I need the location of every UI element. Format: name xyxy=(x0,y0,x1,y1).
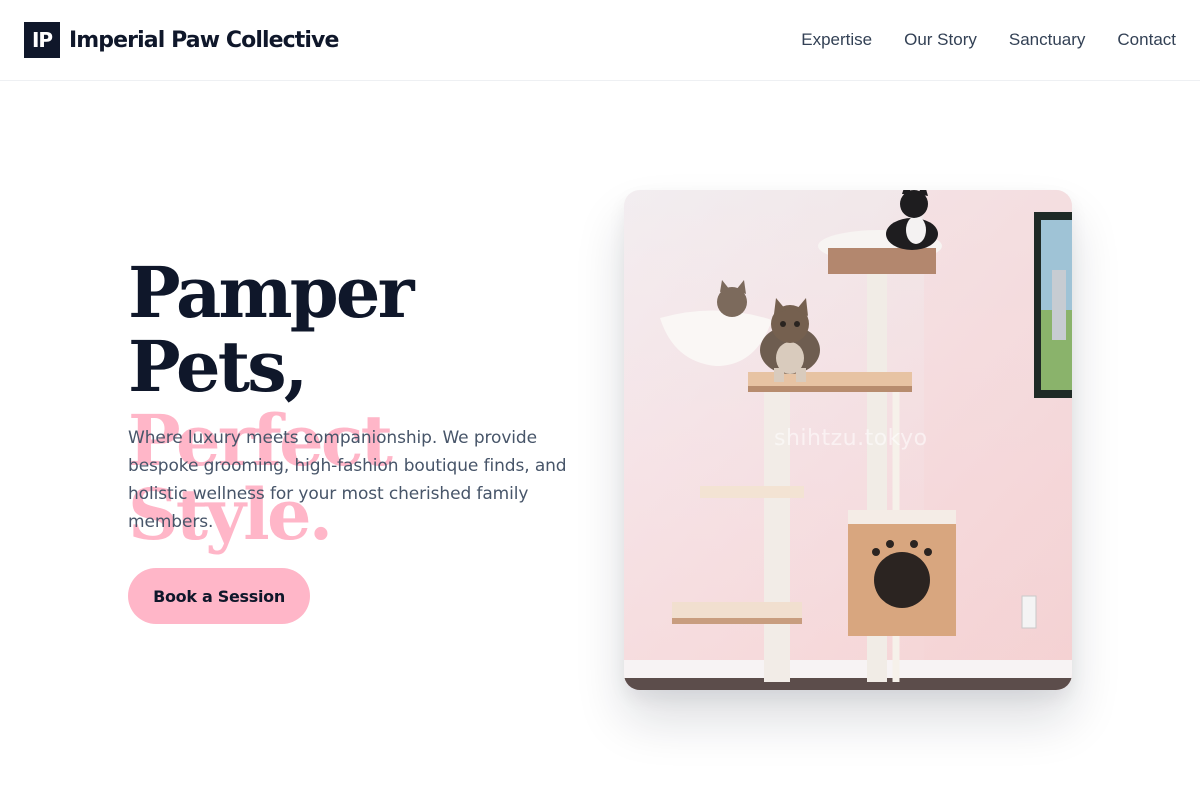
hero-description: Where luxury meets companionship. We pro… xyxy=(128,428,567,532)
brand-name: Imperial Paw Collective xyxy=(69,27,339,53)
nav-link-expertise[interactable]: Expertise xyxy=(801,30,872,50)
book-session-button[interactable]: Book a Session xyxy=(128,568,310,624)
hero-photo-cats-on-cat-tree: shihtzu.tokyo xyxy=(624,190,1072,690)
site-header: IP Imperial Paw Collective Expertise Our… xyxy=(0,0,1200,81)
main-nav: Expertise Our Story Sanctuary Contact xyxy=(769,30,1176,50)
photo-watermark: shihtzu.tokyo xyxy=(774,426,928,451)
nav-link-our-story[interactable]: Our Story xyxy=(904,30,977,50)
brand-monogram: IP xyxy=(24,22,60,58)
brand-logo-link[interactable]: IP Imperial Paw Collective xyxy=(24,22,339,58)
headline-line-1: Pamper Pets, xyxy=(128,251,415,408)
nav-link-contact[interactable]: Contact xyxy=(1117,30,1176,50)
nav-link-sanctuary[interactable]: Sanctuary xyxy=(1009,30,1086,50)
